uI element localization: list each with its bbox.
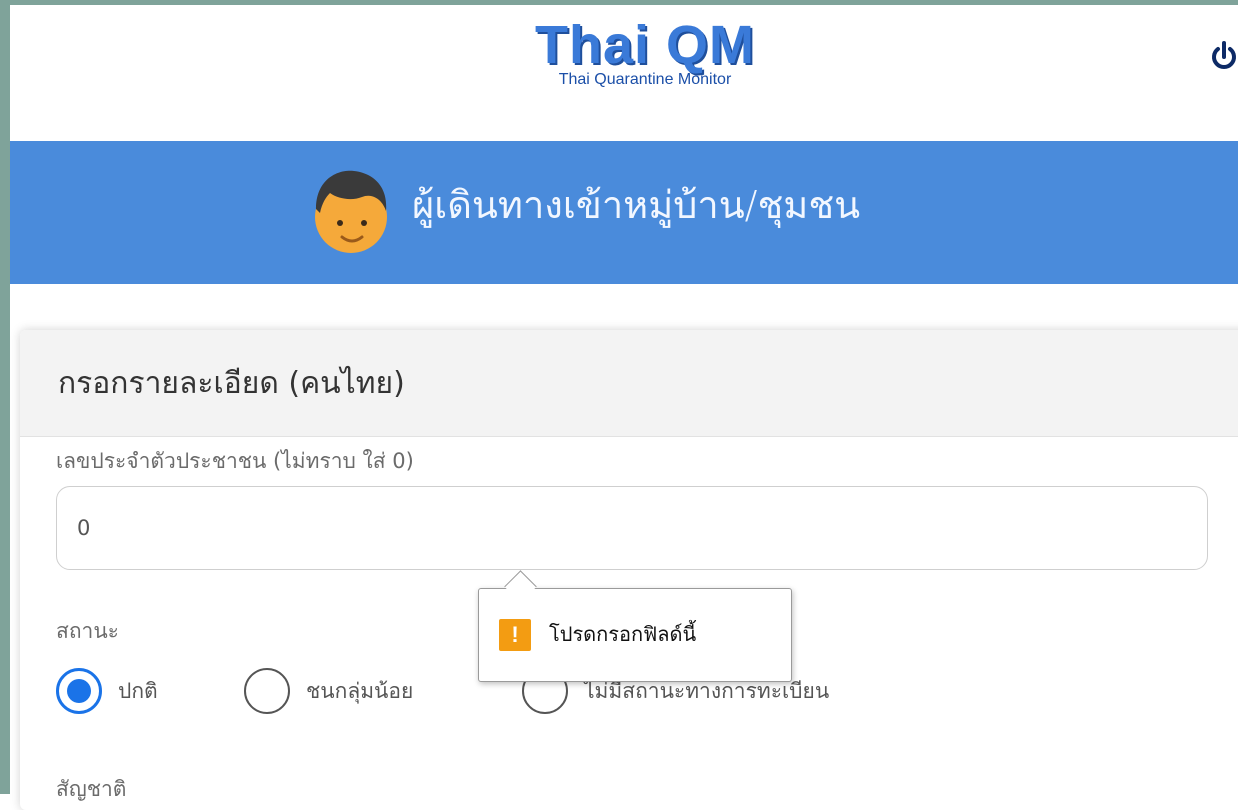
status-radio-normal-label[interactable]: ปกติ	[118, 676, 158, 706]
warning-icon: !	[499, 619, 531, 651]
form-section-title: กรอกรายละเอียด (คนไทย)	[58, 366, 405, 401]
page-banner: ผู้เดินทางเข้าหมู่บ้าน/ชุมชน	[10, 141, 1238, 284]
form-card-header: กรอกรายละเอียด (คนไทย)	[20, 330, 1238, 437]
form-card: กรอกรายละเอียด (คนไทย) เลขประจำตัวประชาช…	[20, 330, 1238, 810]
thai-qm-logo[interactable]: Thai QM Thai Quarantine Monitor	[490, 17, 800, 107]
validation-message: โปรดกรอกฟิลด์นี้	[549, 624, 697, 646]
power-icon[interactable]	[1210, 35, 1238, 75]
page-title: ผู้เดินทางเข้าหมู่บ้าน/ชุมชน	[412, 183, 861, 227]
status-radio-minority[interactable]	[244, 668, 290, 714]
id-number-label: เลขประจำตัวประชาชน (ไม่ทราบ ใส่ 0)	[56, 449, 414, 473]
top-navbar: Thai QM Thai Quarantine Monitor	[10, 5, 1238, 141]
status-radio-minority-label[interactable]: ชนกลุ่มน้อย	[306, 676, 413, 706]
person-avatar-icon	[308, 167, 394, 259]
id-number-input[interactable]	[56, 486, 1208, 570]
nationality-label: สัญชาติ	[56, 777, 127, 801]
validation-tooltip: ! โปรดกรอกฟิลด์นี้	[478, 570, 792, 682]
status-radio-normal[interactable]	[56, 668, 102, 714]
status-label: สถานะ	[56, 619, 119, 643]
window-frame-left	[0, 0, 10, 794]
logo-main-text: Thai QM	[535, 15, 755, 75]
